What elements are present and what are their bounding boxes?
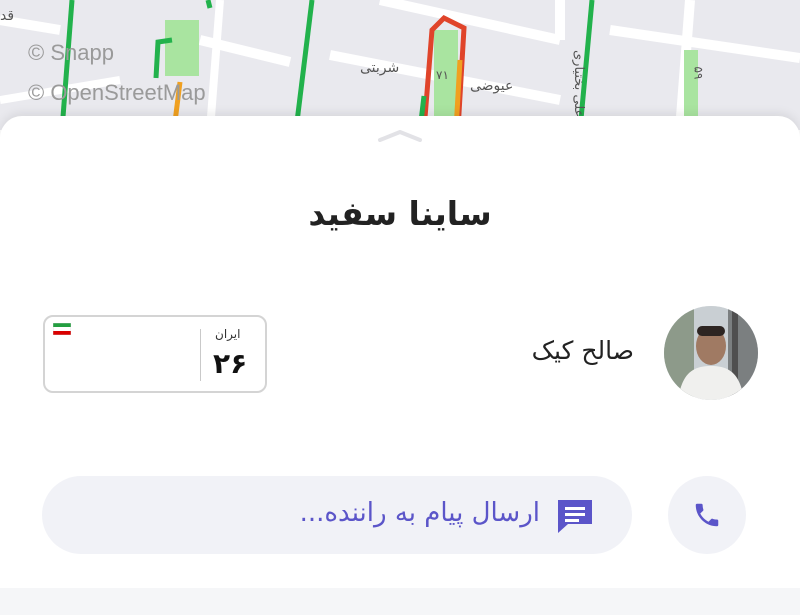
road-number: ۷۱ xyxy=(436,68,449,82)
chat-icon xyxy=(558,500,592,533)
plate-separator xyxy=(200,329,201,381)
plate-region-number: ۲۶ xyxy=(213,347,248,380)
street-label: قد xyxy=(0,8,15,24)
plate-country-label: ایران xyxy=(215,327,241,341)
call-driver-button[interactable] xyxy=(668,476,746,554)
park-area xyxy=(165,20,199,76)
sheet-handle-chevron-up-icon[interactable] xyxy=(376,128,424,142)
sheet-bottom-divider xyxy=(0,588,800,615)
street-label: عیوضی xyxy=(470,78,514,94)
snapp-attribution: © Snapp xyxy=(28,40,114,65)
street-label: شربتی xyxy=(360,60,400,76)
osm-attribution: © OpenStreetMap xyxy=(28,80,206,105)
map-view[interactable]: قد شربتی عیوضی علی بختیاری ۷۱ ۵۹ © Snapp… xyxy=(0,0,800,130)
phone-icon xyxy=(695,503,719,527)
message-placeholder: ارسال پیام به راننده... xyxy=(299,498,540,528)
car-model-title: ساینا سفید xyxy=(308,194,492,233)
map-roads xyxy=(0,0,800,130)
license-plate: ایران ۲۶ xyxy=(43,315,267,393)
ride-details-sheet: ساینا سفید ایران ۲۶ صالح کیک ارسال پیام … xyxy=(0,116,800,615)
driver-photo xyxy=(664,306,758,400)
driver-avatar xyxy=(664,306,758,400)
road-number: ۵۹ xyxy=(691,66,706,80)
message-driver-input[interactable]: ارسال پیام به راننده... xyxy=(42,476,632,554)
driver-name: صالح کیک xyxy=(531,336,634,365)
street-label: علی بختیاری xyxy=(571,50,586,118)
iran-flag-icon xyxy=(53,323,71,335)
